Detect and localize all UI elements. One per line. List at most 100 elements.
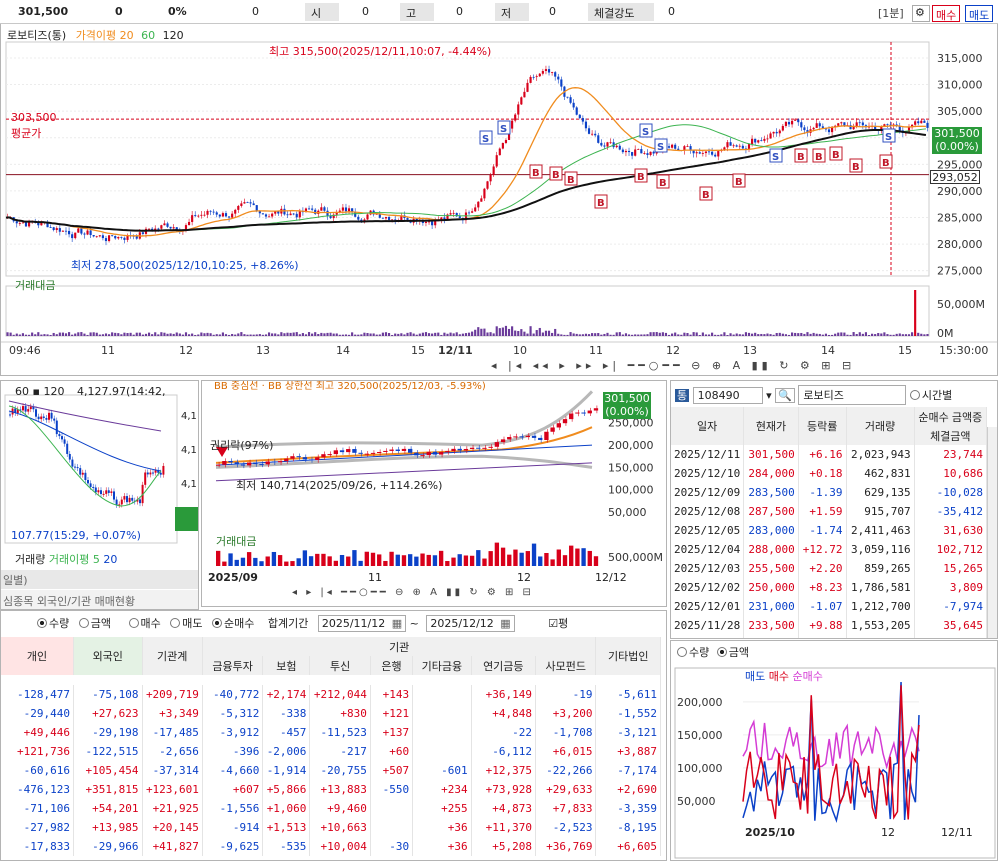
candle-body (212, 211, 215, 213)
tab-foreign-institution[interactable]: 심종목 외국인/기관 매매현황 (1, 590, 198, 609)
table-row[interactable]: 2025/11/27212,500+5.20810,35114,251 (671, 635, 988, 638)
volume-title: 거래대금 (15, 279, 56, 292)
table-cell: -2,006 (262, 742, 311, 761)
volume-bar (575, 548, 580, 566)
table-scrollbar[interactable] (987, 427, 997, 638)
table-row[interactable]: 2025/12/03 255,500 +2.20 859,265 15,265 (671, 559, 988, 578)
candle-body (827, 129, 831, 133)
radio-qty-right[interactable]: 수량 (677, 646, 709, 659)
table-row[interactable]: 2025/12/08 287,500 +1.59 915,707 -35,412 (671, 502, 988, 521)
intraday-chart: 315,000310,000305,000300,000295,000290,0… (1, 41, 997, 357)
candle-body (637, 149, 640, 150)
candle-body (249, 202, 252, 204)
table-row[interactable]: -29,440 +27,623 +3,349 -5,312 -338 +830 +121 +4… (1, 704, 661, 723)
table-row[interactable]: 2025/12/10 284,000 +0.18 462,831 10,686 (671, 464, 988, 483)
average-checkbox[interactable]: ☑평 (548, 617, 568, 630)
period-selector[interactable]: [1분] (878, 5, 904, 21)
table-row[interactable]: +121,736 -122,515 -2,656 -396 -2,006 -217 +60 -… (1, 742, 661, 761)
table-cell: 287,500 (743, 502, 799, 521)
candle-body (339, 450, 345, 453)
volume-bar (321, 553, 326, 566)
radio-time[interactable]: 시간별 (909, 389, 952, 402)
search-icon[interactable]: 🔍 (775, 388, 795, 403)
radio-amount[interactable]: 금액 (78, 617, 111, 630)
candle-body (194, 215, 197, 217)
candle-body (531, 435, 537, 438)
buy-signal-marker: B (732, 173, 746, 188)
table-row[interactable]: -128,477 -75,108 +209,719 -40,772 +2,174 +212… (1, 685, 661, 704)
table-row[interactable]: -476,123 +351,815 +123,601 +607 +5,866 +13,88… (1, 780, 661, 799)
volume-bar (562, 555, 568, 566)
buy-signal-marker: B (812, 148, 826, 163)
table-cell: -914 (202, 818, 264, 837)
index-vol-ma5: 거래이평 5 (48, 553, 100, 566)
buy-button[interactable]: 매수 (932, 5, 961, 22)
candle-body (914, 121, 917, 125)
radio-qty[interactable]: 수량 (37, 617, 69, 630)
calendar-icon[interactable]: ▦ (392, 617, 402, 630)
candle-body (615, 145, 618, 148)
tab-daily[interactable]: 일별) (1, 570, 198, 589)
table-cell: +29,633 (535, 780, 597, 799)
sell-signal-marker: S (882, 128, 896, 143)
buy-signal-marker: B (699, 186, 713, 201)
table-row[interactable]: +49,446 -29,198 -17,485 -3,912 -457 -11,523 +1… (1, 723, 661, 742)
table-row[interactable]: 2025/11/28 233,500 +9.88 1,553,205 35,645 (671, 616, 988, 635)
table-cell: +2,174 (262, 685, 311, 704)
candle-body (769, 133, 772, 139)
daily-x-end: 12/12 (595, 571, 627, 584)
radio-buy[interactable]: 매수 (128, 617, 161, 630)
candle-body (354, 212, 357, 217)
volume-bar (352, 550, 357, 566)
table-row[interactable]: -60,616 +105,454 -37,314 -4,660 -1,914 -20,75… (1, 761, 661, 780)
table-cell: 2025/12/10 (671, 464, 745, 483)
candle-body (55, 228, 58, 231)
table-cell: -9,625 (202, 837, 264, 856)
volume-bar (482, 558, 487, 566)
candle-body (550, 427, 555, 432)
candle-body (643, 153, 646, 154)
volume-bar (538, 556, 543, 566)
line-price-tag: 293,052 (930, 170, 980, 184)
y-tick-label: 285,000 (937, 212, 983, 225)
x-tick-label: 09:46 (9, 344, 41, 357)
svg-text:B: B (735, 177, 743, 188)
table-cell: -3,359 (595, 799, 661, 818)
table-row[interactable]: 2025/12/02 250,000 +8.23 1,786,581 3,809 (671, 578, 988, 597)
svg-text:B: B (815, 152, 823, 163)
candle-body (511, 120, 514, 129)
daily-scroll-toolbar[interactable]: ◂ ▸ |◂ ━━○━━ ⊖ ⊕ A ▮▮ ↻ ⚙ ⊞ ⊟ (292, 587, 534, 598)
svg-text:S: S (657, 142, 664, 153)
table-row[interactable]: -71,106 +54,201 +21,925 -1,556 +1,060 +9,460 +… (1, 799, 661, 818)
candle-body (61, 230, 64, 232)
table-row[interactable]: 2025/12/04 288,000 +12.72 3,059,116 102,712 (671, 540, 988, 559)
candle-body (775, 131, 778, 134)
chart-scroll-toolbar[interactable]: ◂ |◂ ◂◂ ▸ ▸▸ ▸| ━━○━━ ⊖ ⊕ A ▮▮ ↻ ⚙ ⊞ ⊟ (491, 359, 855, 372)
candle-body (89, 230, 92, 236)
candle-body (778, 130, 781, 134)
sell-button[interactable]: 매도 (965, 5, 994, 22)
table-row[interactable]: 2025/12/11 301,500 +6.16 2,023,943 23,744 (671, 445, 988, 464)
candle-body (277, 461, 283, 463)
candle-body (594, 133, 597, 136)
col-header: 투신 (309, 656, 371, 675)
table-row[interactable]: 2025/12/01 231,000 -1.07 1,212,700 -7,974 (671, 597, 988, 616)
radio-net[interactable]: 순매수 (212, 617, 254, 630)
candle-body (723, 147, 726, 150)
table-row[interactable]: 2025/12/09 283,500 -1.39 629,135 -10,028 (671, 483, 988, 502)
radio-amount-right[interactable]: 금액 (716, 646, 749, 659)
table-row[interactable]: -17,833 -29,966 +41,827 -9,625 -535 +10,004 -3… (1, 837, 661, 856)
stock-code-input[interactable]: 108490 (692, 387, 763, 404)
table-cell: +209,719 (142, 685, 203, 704)
table-row[interactable]: 2025/12/05 283,000 -1.74 2,411,463 31,630 (671, 521, 988, 540)
candle-body (452, 212, 455, 214)
calendar-icon[interactable]: ▦ (500, 617, 510, 630)
table-row[interactable]: -27,982 +13,985 +20,145 -914 +1,513 +10,663 +3… (1, 818, 661, 837)
radio-sell[interactable]: 매도 (170, 617, 203, 630)
col-header: 순매수 금액증 (914, 407, 988, 426)
legend-ma20: 가격이평 20 (75, 29, 134, 42)
table-cell: +7,833 (535, 799, 597, 818)
table-cell: +137 (370, 723, 414, 742)
settings-icon[interactable]: ⚙ (912, 5, 930, 22)
dropdown-icon[interactable]: ▾ (766, 389, 772, 402)
